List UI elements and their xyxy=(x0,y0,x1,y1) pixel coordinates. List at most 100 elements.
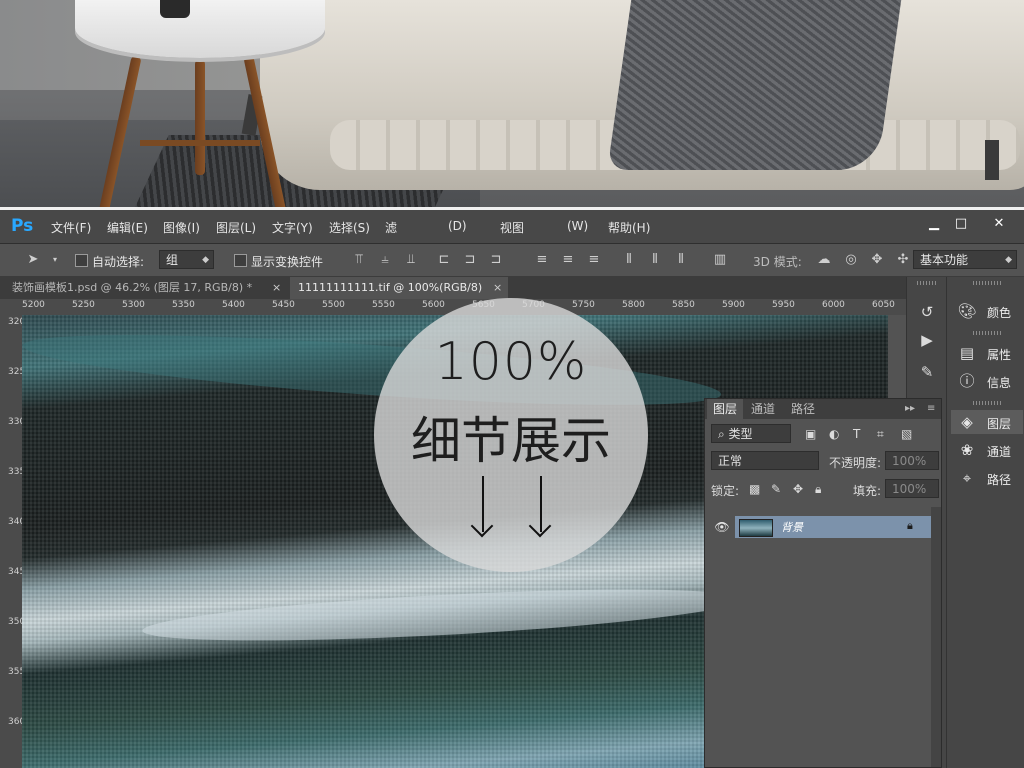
panel-color[interactable]: 🎨︎ 颜色 xyxy=(951,299,1023,323)
blend-row: 正常 不透明度: 100% xyxy=(705,449,941,475)
menu-window[interactable]: (W) xyxy=(567,219,588,233)
photoshop-window: Ps 文件(F) 编辑(E) 图像(I) 图层(L) 文字(Y) 选择(S) 滤… xyxy=(0,210,1024,768)
ruler-tick: 3500 xyxy=(8,617,22,627)
close-button[interactable]: ✕ xyxy=(985,214,1013,234)
ruler-tick: 3300 xyxy=(8,417,22,427)
menu-layer[interactable]: 图层(L) xyxy=(216,219,256,236)
layer-name: 背景 xyxy=(781,521,803,534)
menu-help[interactable]: 帮助(H) xyxy=(608,219,650,236)
paths-icon: ⌖ xyxy=(962,469,972,487)
workspace-dropdown[interactable]: 基本功能 ◆ xyxy=(913,250,1017,269)
filter-shape-icon[interactable]: ⌗ xyxy=(877,427,884,442)
dock-grip[interactable] xyxy=(973,401,1003,405)
vertical-ruler[interactable]: 3200 3250 3300 3350 3400 3450 3500 3550 … xyxy=(0,315,22,768)
align-bottom-icon[interactable]: ⫫ xyxy=(404,253,418,267)
history-icon[interactable]: ↺ xyxy=(915,300,939,324)
collapse-icon[interactable]: ▸▸ xyxy=(899,399,921,419)
tool-preset-dropdown-icon[interactable]: ▾ xyxy=(48,253,62,267)
filter-type-dropdown[interactable]: ⌕ 类型 xyxy=(711,424,791,443)
menu-type[interactable]: 文字(Y) xyxy=(272,219,313,236)
panel-paths[interactable]: ⌖ 路径 xyxy=(951,466,1023,490)
ruler-tick: 5200 xyxy=(22,300,45,310)
close-tab-icon[interactable]: × xyxy=(272,281,281,294)
opacity-label: 不透明度: xyxy=(829,456,882,470)
dock-grip[interactable] xyxy=(917,281,937,285)
distribute-right-icon[interactable]: ⫴ xyxy=(674,253,688,267)
distribute-hcenter-icon[interactable]: ⫴ xyxy=(648,253,662,267)
panel-channels[interactable]: ❀ 通道 xyxy=(951,438,1023,462)
panel-layers[interactable]: ◈ 图层 xyxy=(951,410,1023,434)
tab-paths[interactable]: 路径 xyxy=(785,399,821,419)
canvas-edge xyxy=(888,315,906,405)
menu-select[interactable]: 选择(S) xyxy=(329,219,370,236)
menu-filter[interactable]: 滤 xyxy=(385,219,397,236)
ruler-tick: 3550 xyxy=(8,667,22,677)
lock-brush-icon[interactable]: ✎ xyxy=(771,482,781,496)
auto-select-checkbox[interactable] xyxy=(75,254,88,267)
arrow-down-icon xyxy=(540,476,542,532)
move-tool-icon[interactable]: ➤ xyxy=(26,253,40,267)
ruler-tick: 5450 xyxy=(272,300,295,310)
tool-presets-icon[interactable]: ✎ xyxy=(915,360,939,384)
layer-row[interactable]: 背景 🔒︎ xyxy=(735,516,931,538)
maximize-button[interactable]: □ xyxy=(947,214,975,234)
distribute-center-icon[interactable]: ≡ xyxy=(561,253,575,267)
auto-select-dropdown[interactable]: 组 ◆ xyxy=(159,250,214,269)
panel-menu-icon[interactable]: ≡ xyxy=(921,399,941,419)
align-left-icon[interactable]: ⊏ xyxy=(437,253,451,267)
3d-rotate-icon[interactable]: ☁ xyxy=(817,253,831,267)
zoom-label: 100% xyxy=(434,332,588,392)
tab-layers[interactable]: 图层 xyxy=(707,399,744,419)
minimize-button[interactable]: ▁ xyxy=(920,214,948,234)
filter-adjust-icon[interactable]: ◐ xyxy=(829,427,839,441)
ruler-tick: 3200 xyxy=(8,317,22,327)
menu-edit[interactable]: 编辑(E) xyxy=(107,219,148,236)
blend-mode-value: 正常 xyxy=(718,454,743,468)
auto-select-value: 组 xyxy=(166,253,179,267)
filter-smart-icon[interactable]: ▧ xyxy=(901,427,912,441)
tab-document-2[interactable]: 11111111111.tif @ 100%(RGB/8) xyxy=(290,277,508,299)
blend-mode-dropdown[interactable]: 正常 xyxy=(711,451,819,470)
fill-input[interactable]: 100% xyxy=(885,479,939,498)
lock-move-icon[interactable]: ✥ xyxy=(793,482,803,496)
lock-row: 锁定: ▩ ✎ ✥ 🔒︎ 填充: 100% xyxy=(705,477,941,503)
distribute-left-icon[interactable]: ⫴ xyxy=(622,253,636,267)
eye-icon[interactable]: 👁︎ xyxy=(713,516,731,538)
menu-3d[interactable]: (D) xyxy=(448,219,467,233)
3d-roll-icon[interactable]: ◎ xyxy=(844,253,858,267)
dock-grip[interactable] xyxy=(973,331,1003,335)
options-bar: ➤ ▾ 自动选择: 组 ◆ 显示变换控件 ⫪ ⫨ ⫫ ⊏ ⊐ ⊐ ≡ ≡ ≡ ⫴… xyxy=(0,244,1024,277)
collapsed-panels: 🎨︎ 颜色 ▤ 属性 ⓘ 信息 ◈ 图层 ❀ 通道 ⌖ 路径 xyxy=(946,277,1024,768)
layers-scrollbar[interactable] xyxy=(931,507,941,767)
lock-transparency-icon[interactable]: ▩ xyxy=(749,482,760,496)
align-hcenter-icon[interactable]: ⊐ xyxy=(463,253,477,267)
filter-pixel-icon[interactable]: ▣ xyxy=(805,427,816,441)
photoshop-logo: Ps xyxy=(11,216,34,236)
opacity-input[interactable]: 100% xyxy=(885,451,939,470)
menu-image[interactable]: 图像(I) xyxy=(163,219,200,236)
dock-grip[interactable] xyxy=(973,281,1003,285)
tab-document-1[interactable]: 装饰画模板1.psd @ 46.2% (图层 17, RGB/8) * xyxy=(4,277,288,299)
panel-properties[interactable]: ▤ 属性 xyxy=(951,341,1023,365)
align-vcenter-icon[interactable]: ⫨ xyxy=(378,253,392,267)
3d-pan-icon[interactable]: ✥ xyxy=(870,253,884,267)
filter-type-icon[interactable]: T xyxy=(853,427,860,441)
menu-file[interactable]: 文件(F) xyxy=(51,219,91,236)
ruler-tick: 3400 xyxy=(8,517,22,527)
tab-channels[interactable]: 通道 xyxy=(745,399,781,419)
3d-slide-icon[interactable]: ✣ xyxy=(896,253,910,267)
close-tab-icon[interactable]: × xyxy=(493,281,502,294)
align-top-icon[interactable]: ⫪ xyxy=(352,253,366,267)
align-right-icon[interactable]: ⊐ xyxy=(489,253,503,267)
document-tabs: 装饰画模板1.psd @ 46.2% (图层 17, RGB/8) * × 11… xyxy=(0,277,906,299)
auto-align-icon[interactable]: ▥ xyxy=(713,253,727,267)
panel-info[interactable]: ⓘ 信息 xyxy=(951,369,1023,393)
palette-icon: 🎨︎ xyxy=(957,302,977,320)
actions-play-icon[interactable]: ▶ xyxy=(915,328,939,352)
show-transform-checkbox[interactable] xyxy=(234,254,247,267)
distribute-bottom-icon[interactable]: ≡ xyxy=(587,253,601,267)
layers-panel-tabs: 图层 通道 路径 ▸▸ ≡ xyxy=(705,399,941,419)
distribute-top-icon[interactable]: ≡ xyxy=(535,253,549,267)
lock-all-icon[interactable]: 🔒︎ xyxy=(815,482,821,497)
menu-view[interactable]: 视图 xyxy=(500,219,524,236)
